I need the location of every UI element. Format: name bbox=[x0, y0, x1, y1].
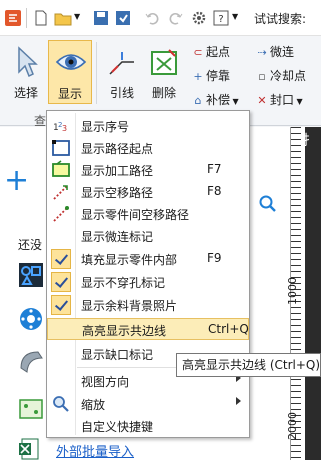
flange-part-icon[interactable] bbox=[18, 306, 44, 332]
start-point-icon: ⊂ bbox=[193, 46, 203, 59]
seal-button[interactable]: ✕ 封口 ▼ bbox=[254, 90, 302, 110]
checkmark-icon bbox=[51, 295, 71, 315]
machining-path-icon bbox=[52, 160, 70, 177]
external-batch-import-link[interactable]: 外部批量导入 bbox=[56, 441, 134, 460]
sequence-number-icon: 123 bbox=[53, 121, 67, 133]
help-icon[interactable]: ? bbox=[212, 9, 230, 27]
checkmark-icon bbox=[51, 272, 71, 292]
path-start-icon bbox=[52, 140, 70, 156]
stop-icon: + bbox=[193, 70, 203, 83]
seal-icon: ✕ bbox=[257, 94, 267, 107]
menu-item-show-part-idle-path[interactable]: 显示零件间空移路径 bbox=[47, 203, 249, 225]
lead-line-icon bbox=[109, 52, 134, 75]
idle-path-icon bbox=[53, 185, 68, 200]
menu-item-highlight-common-edge[interactable]: 高亮显示共边线 Ctrl+Q bbox=[47, 318, 249, 340]
empty-hint-text: 还没 bbox=[18, 238, 43, 252]
svg-text:3: 3 bbox=[62, 124, 67, 133]
excel-import-icon[interactable] bbox=[18, 438, 44, 460]
menu-item-fill-part-interior[interactable]: 填充显示零件内部 F9 bbox=[47, 248, 249, 270]
stop-button[interactable]: + 停靠 bbox=[190, 66, 230, 86]
menu-item-show-sequence[interactable]: 123 显示序号 bbox=[47, 115, 249, 137]
cursor-arrow-icon bbox=[18, 46, 38, 78]
delete-button-label: 删除 bbox=[151, 86, 176, 100]
settings-icon[interactable] bbox=[190, 9, 208, 27]
lead-button[interactable]: 引线 bbox=[100, 40, 144, 104]
lead-button-label: 引线 bbox=[109, 86, 134, 100]
display-button-label: 显示 bbox=[57, 87, 82, 101]
menu-item-show-remnant-photo[interactable]: 显示余料背景照片 bbox=[47, 294, 249, 316]
save-as-icon[interactable] bbox=[114, 9, 132, 27]
app-logo-icon[interactable] bbox=[4, 9, 22, 27]
delete-lead-icon bbox=[151, 49, 177, 75]
nesting-part-icon[interactable] bbox=[18, 396, 44, 422]
ruler-edge-text: 扌 bbox=[302, 133, 316, 149]
checkmark-icon bbox=[51, 249, 71, 269]
ruler-number-1000: 1000 bbox=[286, 277, 299, 305]
ruler-number-2000: 2000 bbox=[286, 412, 299, 440]
cooling-point-icon: ▫ bbox=[258, 70, 266, 83]
pipe-elbow-icon[interactable] bbox=[18, 348, 44, 374]
start-point-button[interactable]: ⊂ 起点 bbox=[190, 42, 230, 62]
menu-item-show-path-start[interactable]: 显示路径起点 bbox=[47, 137, 249, 159]
submenu-arrow-icon bbox=[236, 397, 241, 405]
cooling-point-button[interactable]: ▫ 冷却点 bbox=[254, 66, 306, 86]
delete-button[interactable]: 删除 bbox=[142, 40, 186, 104]
zoom-icon bbox=[53, 396, 69, 412]
search-hint-label[interactable]: 试试搜索: bbox=[254, 10, 306, 27]
display-dropdown-menu: 123 显示序号 显示路径起点 显示加工路径 F7 显示空移路径 F8 显示零件… bbox=[46, 110, 250, 438]
select-button[interactable]: 选择 bbox=[4, 40, 48, 104]
part-idle-path-icon bbox=[53, 206, 69, 222]
svg-text:?: ? bbox=[218, 14, 223, 25]
menu-item-show-no-pierce[interactable]: 显示不穿孔标记 bbox=[47, 271, 249, 293]
add-part-icon[interactable]: + bbox=[4, 166, 29, 196]
new-file-icon[interactable] bbox=[32, 9, 50, 27]
open-folder-icon[interactable] bbox=[54, 9, 72, 27]
compensate-icon: ⌂ bbox=[194, 94, 202, 107]
undo-icon[interactable] bbox=[144, 9, 162, 27]
menu-item-show-machining-path[interactable]: 显示加工路径 F7 bbox=[47, 159, 249, 181]
micro-connect-button[interactable]: ⇢ 微连 bbox=[254, 42, 294, 62]
menu-item-show-micro-connect[interactable]: 显示微连标记 bbox=[47, 225, 249, 247]
search-icon[interactable] bbox=[258, 194, 278, 214]
micro-connect-icon: ⇢ bbox=[257, 46, 267, 59]
tooltip: 高亮显示共边线 (Ctrl+Q) bbox=[176, 353, 321, 377]
eye-icon bbox=[55, 54, 87, 70]
redo-icon[interactable] bbox=[166, 9, 184, 27]
shapes-library-icon[interactable] bbox=[18, 262, 44, 288]
select-button-label: 选择 bbox=[13, 86, 38, 100]
menu-item-custom-shortcuts[interactable]: 自定义快捷键 bbox=[47, 415, 249, 437]
compensate-button[interactable]: ⌂ 补偿 ▼ bbox=[190, 90, 239, 110]
menu-item-zoom[interactable]: 缩放 bbox=[47, 393, 249, 415]
save-icon[interactable] bbox=[92, 9, 110, 27]
quick-access-toolbar: ▼ ? ▼ 试试搜索: bbox=[0, 0, 321, 36]
menu-item-show-idle-path[interactable]: 显示空移路径 F8 bbox=[47, 181, 249, 203]
display-button[interactable]: 显示 bbox=[48, 40, 92, 104]
